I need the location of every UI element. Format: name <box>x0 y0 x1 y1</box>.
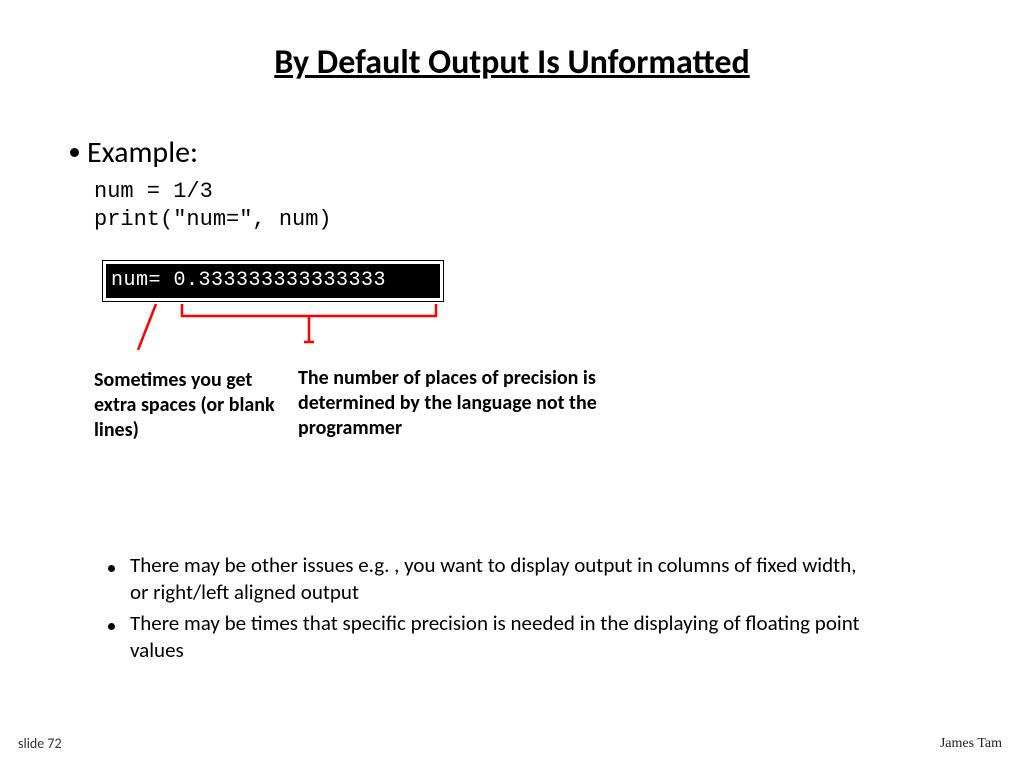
bracket-line <box>182 304 436 316</box>
callout-right: The number of places of precision is det… <box>298 366 628 441</box>
list-item: There may be other issues e.g. , you wan… <box>108 552 868 606</box>
slide-number: slide 72 <box>18 735 62 752</box>
code-block: num = 1/3 print("num=", num) <box>94 178 332 233</box>
example-heading: Example: <box>70 134 198 171</box>
annotation-lines <box>96 256 456 356</box>
sub-bullet-text: There may be other issues e.g. , you wan… <box>130 552 868 606</box>
callout-left: Sometimes you get extra spaces (or blank… <box>94 368 284 443</box>
list-item: There may be times that specific precisi… <box>108 610 868 664</box>
bullet-icon <box>108 565 115 572</box>
bullet-icon <box>108 623 115 630</box>
bullet-icon <box>70 148 79 157</box>
author-name: James Tam <box>940 736 1002 752</box>
slide: By Default Output Is Unformatted Example… <box>0 0 1024 768</box>
sub-bullet-text: There may be times that specific precisi… <box>130 610 868 664</box>
arrow-line-left <box>138 304 156 350</box>
page-title: By Default Output Is Unformatted <box>0 42 1024 83</box>
sub-bullets: There may be other issues e.g. , you wan… <box>108 552 868 668</box>
example-label: Example: <box>87 134 198 171</box>
